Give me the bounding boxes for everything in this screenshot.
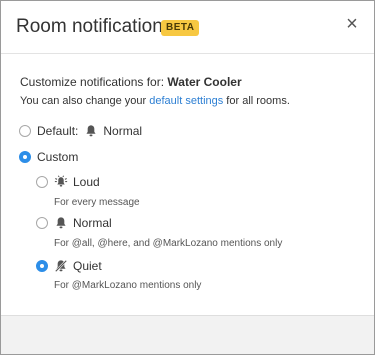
option-quiet-label: Quiet (73, 259, 102, 273)
bell-icon (86, 125, 96, 137)
option-custom[interactable]: Custom (19, 150, 78, 164)
radio-default[interactable] (19, 125, 31, 137)
option-quiet-help: For @MarkLozano mentions only (54, 280, 202, 291)
intro-text: Customize notifications for: Water Coole… (20, 75, 242, 89)
option-normal-help: For @all, @here, and @MarkLozano mention… (54, 238, 283, 249)
dialog-title: Room notifications (16, 16, 173, 37)
radio-normal[interactable] (36, 217, 48, 229)
radio-quiet[interactable] (36, 260, 48, 272)
subtext: You can also change your default setting… (20, 95, 290, 107)
room-name: Water Cooler (167, 75, 242, 89)
room-notifications-dialog: Room notifications BETA × Customize noti… (0, 0, 375, 355)
subtext-after: for all rooms. (223, 95, 290, 107)
option-normal[interactable]: Normal (36, 216, 112, 230)
intro-prefix: Customize notifications for: (20, 75, 165, 89)
option-quiet[interactable]: Quiet (36, 259, 102, 273)
option-default-label: Default: (37, 124, 79, 138)
dialog-footer (1, 315, 374, 354)
subtext-before: You can also change your (20, 95, 150, 107)
option-default[interactable]: Default: Normal (19, 124, 142, 138)
dialog-header: Room notifications BETA × (1, 1, 374, 54)
radio-custom[interactable] (19, 151, 31, 163)
option-normal-label: Normal (73, 216, 112, 230)
bell-icon (56, 217, 66, 229)
option-custom-label: Custom (37, 150, 79, 164)
radio-loud[interactable] (36, 176, 48, 188)
beta-badge: BETA (161, 20, 200, 36)
option-default-value: Normal (103, 124, 143, 138)
bell-loud-icon (54, 175, 68, 187)
default-settings-link[interactable]: default settings (149, 95, 223, 107)
bell-muted-icon (54, 259, 68, 273)
close-button[interactable]: × (344, 14, 360, 34)
option-loud[interactable]: Loud (36, 175, 100, 189)
option-loud-label: Loud (73, 175, 100, 189)
option-loud-help: For every message (54, 197, 140, 208)
